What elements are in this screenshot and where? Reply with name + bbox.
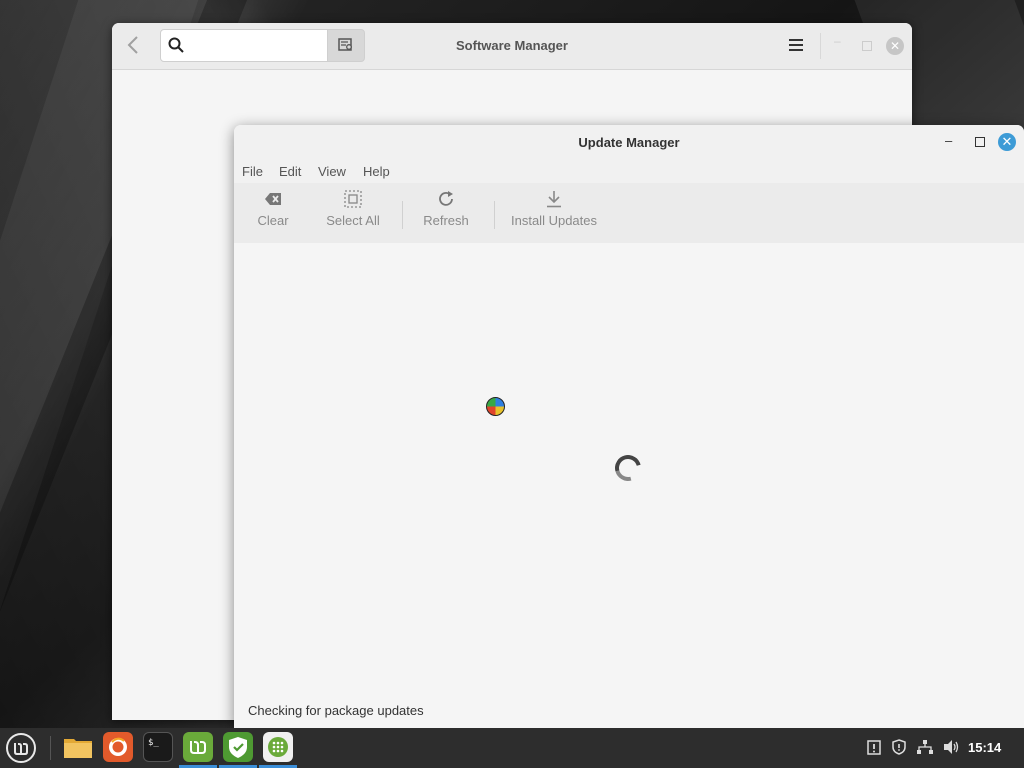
clear-label: Clear bbox=[257, 213, 289, 228]
folder-icon[interactable] bbox=[63, 732, 93, 762]
package-icon[interactable] bbox=[263, 732, 293, 762]
loading-spinner-icon bbox=[610, 450, 646, 486]
toolbar-separator bbox=[494, 201, 495, 229]
menu-edit[interactable]: Edit bbox=[279, 164, 301, 179]
close-button[interactable]: ✕ bbox=[998, 133, 1016, 151]
select-all-icon bbox=[320, 187, 386, 211]
install-updates-label: Install Updates bbox=[511, 213, 597, 228]
install-updates-button[interactable]: Install Updates bbox=[508, 187, 600, 239]
mintinstall-icon[interactable] bbox=[183, 732, 213, 762]
menu-help[interactable]: Help bbox=[363, 164, 390, 179]
clear-icon bbox=[248, 187, 298, 211]
select-all-label: Select All bbox=[326, 213, 380, 228]
maximize-button[interactable] bbox=[975, 137, 985, 147]
toolbar-separator bbox=[402, 201, 403, 229]
clipboard-alert-icon[interactable] bbox=[866, 739, 882, 759]
hamburger-menu-button[interactable] bbox=[788, 38, 804, 57]
menu-file[interactable]: File bbox=[242, 164, 263, 179]
busy-cursor-icon bbox=[486, 397, 505, 416]
mint-menu-icon[interactable] bbox=[6, 733, 36, 763]
toolbar: Clear Select All Refresh Install Updates bbox=[234, 183, 1024, 244]
status-text: Checking for package updates bbox=[248, 703, 424, 718]
update-shield-icon[interactable] bbox=[891, 739, 907, 759]
refresh-button[interactable]: Refresh bbox=[418, 187, 474, 239]
taskbar: $_ 15:14 bbox=[0, 728, 1024, 768]
terminal-icon[interactable]: $_ bbox=[143, 732, 173, 762]
maximize-button[interactable] bbox=[862, 41, 872, 51]
refresh-label: Refresh bbox=[423, 213, 469, 228]
select-all-button[interactable]: Select All bbox=[320, 187, 386, 239]
volume-icon[interactable] bbox=[943, 739, 961, 759]
clock[interactable]: 15:14 bbox=[968, 740, 1001, 755]
clear-button[interactable]: Clear bbox=[248, 187, 298, 239]
menubar: File Edit View Help bbox=[234, 159, 1024, 183]
network-icon[interactable] bbox=[916, 739, 934, 759]
taskbar-separator bbox=[50, 736, 51, 760]
download-icon bbox=[508, 187, 600, 211]
firefox-icon[interactable] bbox=[103, 732, 133, 762]
refresh-icon bbox=[418, 187, 474, 211]
mintupdate-shield-icon[interactable] bbox=[223, 732, 253, 762]
minimize-button[interactable]: – bbox=[834, 34, 846, 48]
minimize-button[interactable]: – bbox=[945, 133, 952, 148]
update-manager-window[interactable]: Update Manager – ✕ File Edit View Help C… bbox=[234, 125, 1024, 728]
close-button[interactable]: ✕ bbox=[886, 37, 904, 55]
window-title: Update Manager bbox=[578, 135, 680, 150]
update-manager-titlebar: Update Manager – ✕ bbox=[234, 125, 1024, 159]
hamburger-icon bbox=[789, 39, 803, 51]
header-divider bbox=[820, 33, 821, 59]
svg-text:$_: $_ bbox=[148, 738, 159, 748]
update-list-area: Checking for package updates bbox=[234, 243, 1024, 728]
menu-view[interactable]: View bbox=[318, 164, 346, 179]
software-manager-headerbar: Software Manager – ✕ bbox=[112, 23, 912, 70]
